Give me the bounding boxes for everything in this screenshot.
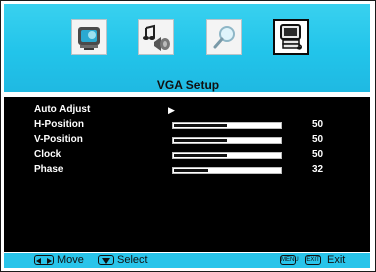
clock-row[interactable]: Clock 50 <box>34 148 374 162</box>
v-position-value: 50 <box>312 134 324 145</box>
picture-icon <box>78 27 100 50</box>
tab-audio[interactable] <box>138 19 174 55</box>
v-position-row[interactable]: V-Position 50 <box>34 133 374 147</box>
exit-hint: Exit <box>327 254 346 266</box>
v-position-label: V-Position <box>34 134 83 145</box>
phase-label: Phase <box>34 164 64 175</box>
clock-fill <box>174 154 227 157</box>
phase-slider[interactable] <box>172 167 282 174</box>
clock-value: 50 <box>312 149 324 160</box>
auto-adjust-arrow-icon: ▶ <box>168 105 175 115</box>
tab-search[interactable] <box>206 19 242 55</box>
h-position-label: H-Position <box>34 119 84 130</box>
phase-fill <box>174 169 208 172</box>
tab-picture[interactable] <box>71 19 107 55</box>
menu-key-icon: MENU <box>280 255 299 265</box>
clock-slider[interactable] <box>172 152 282 159</box>
h-position-slider[interactable] <box>172 122 282 129</box>
left-right-key-icon <box>34 255 54 265</box>
move-hint: Move <box>57 254 84 266</box>
down-key-icon <box>98 255 114 265</box>
page-title: VGA Setup <box>156 78 220 92</box>
auto-adjust-label: Auto Adjust <box>34 104 91 115</box>
clock-label: Clock <box>34 149 62 160</box>
exit-key-icon: EXIT <box>305 255 321 265</box>
v-position-fill <box>174 139 227 142</box>
settings-panel: Auto Adjust ▶ H-Position 50 V-Position 5… <box>4 97 370 252</box>
search-icon <box>213 26 235 49</box>
phase-row[interactable]: Phase 32 <box>34 163 374 177</box>
h-position-row[interactable]: H-Position 50 <box>34 118 374 132</box>
h-position-value: 50 <box>312 119 324 130</box>
select-hint: Select <box>117 254 148 266</box>
tab-pc-setup[interactable] <box>273 19 309 55</box>
footer-hint-bar: Move Select MENU EXIT Exit <box>4 253 370 268</box>
phase-value: 32 <box>312 164 324 175</box>
auto-adjust-row[interactable]: Auto Adjust ▶ <box>34 103 374 117</box>
pc-monitor-icon <box>280 24 302 50</box>
audio-icon <box>143 24 170 51</box>
v-position-slider[interactable] <box>172 137 282 144</box>
h-position-fill <box>174 124 227 127</box>
